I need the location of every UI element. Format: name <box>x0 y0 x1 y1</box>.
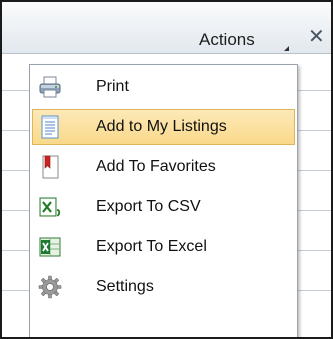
menu-item-label: Add to My Listings <box>96 118 227 135</box>
menu-item-label: Add To Favorites <box>96 158 216 175</box>
excel-icon <box>38 235 62 259</box>
bookmark-icon <box>38 155 62 179</box>
menu-item-print[interactable]: Print <box>32 69 295 105</box>
close-icon[interactable]: ✕ <box>308 26 325 48</box>
menu-item-label: Export To Excel <box>96 238 207 255</box>
menu-item-add-to-my-listings[interactable]: Add to My Listings <box>32 109 295 145</box>
menu-item-export-to-excel[interactable]: Export To Excel <box>32 229 295 265</box>
actions-menu-button[interactable]: Actions <box>199 30 255 50</box>
menu-item-add-to-favorites[interactable]: Add To Favorites <box>32 149 295 185</box>
excel-csv-icon <box>38 195 62 219</box>
dropdown-caret-icon[interactable] <box>284 46 289 51</box>
document-list-icon <box>38 115 62 139</box>
printer-icon <box>38 75 62 99</box>
gear-icon <box>38 275 62 299</box>
actions-dropdown-menu: Print Add to My Listings Add To Favorite… <box>29 64 298 337</box>
menu-item-settings[interactable]: Settings <box>32 269 295 305</box>
app-frame: Actions ✕ Print Add to My Listings Add T… <box>0 0 333 339</box>
menu-item-label: Settings <box>96 278 154 295</box>
menu-item-label: Export To CSV <box>96 198 201 215</box>
menu-item-label: Print <box>96 78 129 95</box>
menu-item-export-to-csv[interactable]: Export To CSV <box>32 189 295 225</box>
toolbar-header: Actions ✕ <box>2 2 331 54</box>
